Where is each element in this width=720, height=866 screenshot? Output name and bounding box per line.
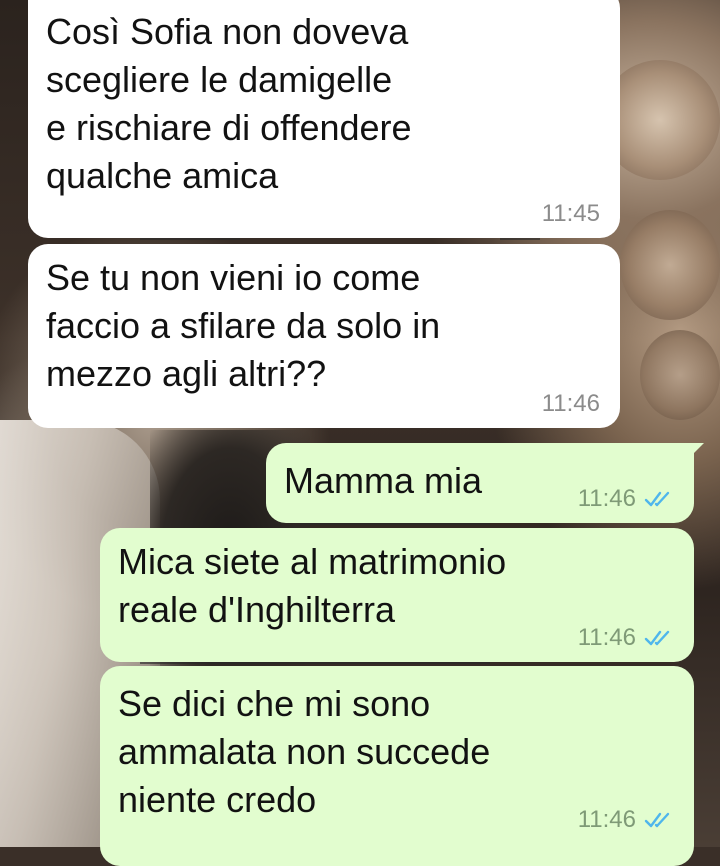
message-timestamp: 11:46 — [577, 624, 636, 651]
wallpaper-log-shape — [640, 330, 720, 420]
wallpaper-log-shape — [620, 210, 720, 320]
selection-divider — [300, 523, 490, 525]
message-meta: 11:46 — [578, 626, 674, 650]
message-text: Mica siete al matrimonio reale d'Inghilt… — [118, 541, 507, 630]
message-timestamp: 11:46 — [577, 485, 636, 512]
message-text: Se tu non vieni io come faccio a sfilare… — [46, 257, 441, 394]
incoming-message-bubble[interactable]: Così Sofia non doveva scegliere le damig… — [28, 0, 620, 238]
outgoing-message-bubble[interactable]: Mamma mia 11:46 — [266, 443, 704, 523]
selection-divider — [140, 662, 490, 664]
bubble-tail — [686, 443, 704, 461]
selection-divider — [500, 238, 540, 240]
message-text: Se dici che mi sono ammalata non succede… — [118, 683, 491, 820]
message-meta: 11:46 — [578, 487, 674, 511]
message-meta: 11:46 — [578, 808, 674, 832]
selection-divider — [140, 238, 240, 240]
message-timestamp: 11:45 — [541, 200, 600, 227]
read-double-check-icon — [644, 812, 670, 828]
read-double-check-icon — [644, 630, 670, 646]
message-timestamp: 11:46 — [541, 390, 600, 417]
outgoing-message-bubble[interactable]: Se dici che mi sono ammalata non succede… — [100, 666, 694, 866]
message-text: Così Sofia non doveva scegliere le damig… — [46, 11, 412, 196]
message-timestamp: 11:46 — [577, 806, 636, 833]
read-double-check-icon — [644, 491, 670, 507]
message-meta: 11:46 — [542, 392, 600, 416]
incoming-message-bubble[interactable]: Se tu non vieni io come faccio a sfilare… — [28, 244, 620, 428]
message-meta: 11:45 — [542, 202, 600, 226]
outgoing-message-bubble[interactable]: Mica siete al matrimonio reale d'Inghilt… — [100, 528, 694, 662]
